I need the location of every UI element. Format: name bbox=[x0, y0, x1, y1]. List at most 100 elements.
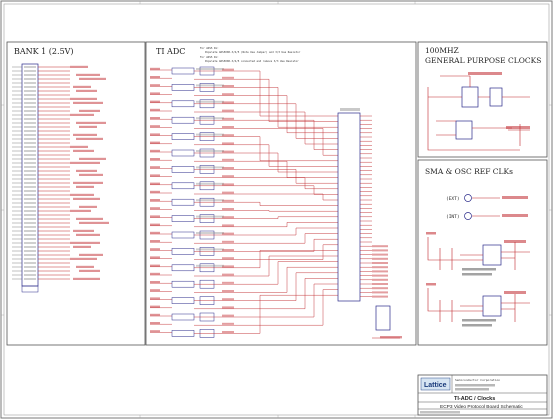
bank1-net-label bbox=[79, 205, 97, 208]
bank1-pin-name bbox=[24, 234, 36, 236]
bank1-pin-name bbox=[24, 214, 36, 216]
bank1-pin-name bbox=[24, 198, 36, 200]
adc-input-label bbox=[150, 125, 160, 128]
adc-note-2: Populate ADS5000-3/4/5 (Note Use Jumper)… bbox=[205, 50, 301, 54]
adc-input-label bbox=[150, 289, 160, 292]
adc-mid-label bbox=[222, 240, 234, 243]
adc-part-label bbox=[196, 166, 224, 169]
bank1-pin-name bbox=[24, 182, 36, 184]
bank1-net-label bbox=[73, 149, 94, 152]
adc-input-label bbox=[150, 158, 160, 160]
bank1-pin-name bbox=[24, 210, 36, 212]
adc-part-label bbox=[196, 248, 224, 251]
bank1-net-label bbox=[76, 137, 103, 140]
bank1-net-label bbox=[76, 169, 97, 172]
bank1-pin-name bbox=[24, 258, 36, 260]
adc-mid-label bbox=[222, 126, 234, 128]
bank1-pin-name bbox=[24, 222, 36, 224]
adc-mid-label bbox=[222, 290, 234, 292]
schematic-sheet: BANK 1 (2.5V) TI ADC For ADS5 Rx: Popula… bbox=[0, 0, 553, 419]
adc-input-label bbox=[150, 67, 160, 70]
adc-mid-label bbox=[222, 298, 234, 301]
bank1-pin-name bbox=[24, 146, 36, 148]
bank1-title: BANK 1 (2.5V) bbox=[14, 47, 74, 56]
bank1-pin-name bbox=[24, 102, 36, 104]
adc-mid-label bbox=[222, 208, 234, 210]
adc-input-label bbox=[150, 174, 160, 177]
adc-input-label bbox=[150, 190, 160, 193]
bank1-net-label bbox=[76, 73, 100, 76]
adc-conn-net-label bbox=[372, 278, 388, 281]
bank1-pin-name bbox=[24, 78, 36, 80]
adc-input-label bbox=[150, 100, 160, 103]
gp-clocks-title-1: 100MHZ bbox=[425, 46, 459, 55]
bank1-pin-name bbox=[24, 118, 36, 120]
bank1-pin-name bbox=[24, 154, 36, 156]
adc-conn-net-label bbox=[372, 291, 388, 294]
company-sub: Semiconductor Corporation bbox=[455, 378, 500, 382]
bank1-net-label bbox=[79, 253, 103, 256]
bank1-pin-name bbox=[24, 206, 36, 208]
bank1-net-label bbox=[76, 233, 100, 236]
bank1-net-label bbox=[79, 125, 97, 128]
bank1-net-label bbox=[73, 133, 97, 136]
bank1-pin-name bbox=[24, 70, 36, 72]
sma-int-label: (INT) bbox=[446, 214, 460, 220]
bank1-pin-name bbox=[24, 82, 36, 84]
bank1-net-label bbox=[70, 241, 100, 244]
adc-conn-net-label bbox=[372, 249, 388, 252]
bank1-pin-name bbox=[24, 274, 36, 276]
adc-input-label bbox=[150, 207, 160, 210]
bank1-pin-name bbox=[24, 194, 36, 196]
company-name: Lattice bbox=[424, 382, 447, 389]
adc-part-label bbox=[196, 84, 224, 87]
bank1-pin-name bbox=[24, 266, 36, 268]
bank1-pin-name bbox=[24, 202, 36, 204]
adc-conn-net-label bbox=[372, 245, 388, 248]
bank1-pin-name bbox=[24, 186, 36, 188]
bank1-pin-name bbox=[24, 190, 36, 192]
adc-part-label bbox=[196, 182, 224, 185]
adc-mid-label bbox=[222, 175, 234, 178]
bank1-net-label bbox=[76, 217, 103, 220]
adc-mid-label bbox=[222, 142, 234, 145]
bank1-pin-name bbox=[24, 166, 36, 168]
adc-input-label bbox=[150, 223, 160, 226]
bank1-net-label bbox=[73, 245, 91, 248]
adc-mid-label bbox=[222, 273, 234, 276]
adc-input-label bbox=[150, 322, 160, 324]
adc-part-label bbox=[196, 133, 224, 136]
adc-input-label bbox=[150, 108, 160, 111]
bank1-pin-name bbox=[24, 278, 36, 280]
adc-input-label bbox=[150, 76, 160, 78]
bank1-pin-name bbox=[24, 86, 36, 88]
adc-conn-net-label bbox=[372, 283, 388, 285]
adc-input-label bbox=[150, 117, 160, 119]
adc-input-label bbox=[150, 84, 160, 87]
bank1-pin-name bbox=[24, 270, 36, 272]
adc-mid-label bbox=[222, 257, 234, 260]
adc-input-label bbox=[150, 92, 160, 95]
sma-clk-title: SMA & OSC REF CLKs bbox=[425, 167, 513, 176]
adc-part-label bbox=[196, 232, 224, 234]
adc-mid-label bbox=[222, 158, 234, 161]
adc-part-label bbox=[196, 100, 224, 103]
sheet-title: TI-ADC / Clocks bbox=[454, 396, 495, 402]
bank1-pin-name bbox=[24, 230, 36, 232]
bank1-net-label bbox=[79, 109, 100, 112]
bank1-pin-name bbox=[24, 110, 36, 112]
adc-note-3: For ADS5 Rx: bbox=[200, 55, 219, 59]
bank1-pin-name bbox=[24, 90, 36, 92]
adc-input-label bbox=[150, 149, 160, 152]
bank1-pin-name bbox=[24, 162, 36, 164]
bank1-net-label bbox=[70, 113, 94, 116]
bank1-pin-name bbox=[24, 246, 36, 248]
adc-conn-net-label bbox=[372, 266, 388, 269]
bank1-pin-name bbox=[24, 254, 36, 256]
adc-part-label bbox=[196, 68, 224, 70]
sma-ext-label: (EXT) bbox=[446, 196, 460, 202]
adc-conn-net-label bbox=[372, 253, 388, 256]
adc-mid-label bbox=[222, 224, 234, 227]
adc-input-label bbox=[150, 264, 160, 267]
bank1-net-label bbox=[70, 145, 88, 148]
